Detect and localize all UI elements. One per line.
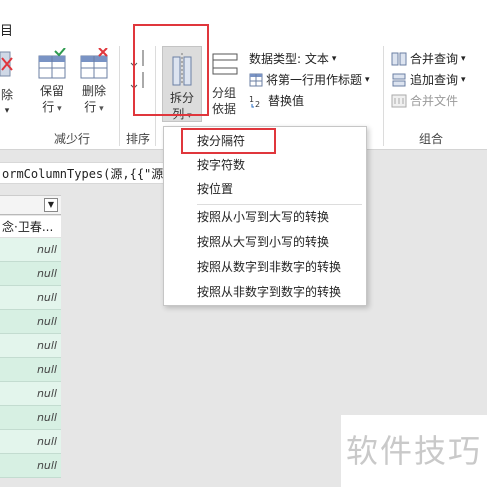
table-row[interactable]: null bbox=[0, 454, 61, 478]
remove-columns-icon bbox=[0, 51, 13, 77]
column-header[interactable]: ▼ bbox=[0, 195, 61, 215]
remove-rows-button[interactable]: 删除 行 bbox=[78, 47, 110, 117]
replace-values-button[interactable]: 12 替换值 bbox=[249, 92, 304, 109]
formula-bar[interactable]: ormColumnTypes(源,{{"源数 bbox=[0, 162, 170, 184]
keep-rows-button[interactable]: 保留 行 bbox=[36, 47, 68, 117]
merge-queries-icon bbox=[391, 52, 407, 65]
chevron-down-icon: ▼ bbox=[47, 200, 55, 209]
append-queries-button[interactable]: 追加查询 ▾ bbox=[391, 71, 466, 88]
menu-item-nondigit-to-digit[interactable]: 按照从非数字到数字的转换 bbox=[164, 281, 366, 303]
svg-text:1: 1 bbox=[249, 95, 254, 104]
combine-files-icon bbox=[391, 94, 407, 107]
table-row[interactable]: null bbox=[0, 406, 61, 430]
ribbon-separator bbox=[119, 46, 120, 146]
append-queries-icon bbox=[392, 73, 406, 86]
append-queries-label: 追加查询 bbox=[410, 73, 459, 87]
table-row[interactable]: null bbox=[0, 382, 61, 406]
remove-rows-icon bbox=[80, 47, 108, 79]
data-type-button[interactable]: 数据类型: 文本 ▾ bbox=[249, 50, 336, 67]
combine-files-button[interactable]: 合并文件 bbox=[391, 92, 458, 109]
group-label-reduce-rows: 减少行 bbox=[54, 132, 91, 146]
table-row[interactable]: null bbox=[0, 262, 61, 286]
by-delimiter-highlight bbox=[181, 128, 276, 154]
table-row[interactable]: null bbox=[0, 430, 61, 454]
group-by-label-1: 分组 bbox=[211, 86, 236, 100]
table-row[interactable]: null bbox=[0, 238, 61, 262]
group-label-combine: 组合 bbox=[419, 132, 444, 146]
menu-item-by-positions[interactable]: 按位置 bbox=[164, 178, 366, 200]
remove-columns-button[interactable]: 除 ▾ bbox=[0, 48, 14, 119]
first-data-cell[interactable]: 念·卫春... bbox=[0, 216, 61, 238]
watermark: 软件技巧 bbox=[341, 415, 487, 487]
menu-item-by-number-of-characters[interactable]: 按字符数 bbox=[164, 154, 366, 176]
ribbon-separator bbox=[383, 46, 384, 146]
menu-separator bbox=[197, 204, 362, 205]
null-rows: null null null null null null null null null null bbox=[0, 238, 61, 478]
table-icon bbox=[249, 73, 263, 86]
menu-item-lower-to-upper[interactable]: 按照从小写到大写的转换 bbox=[164, 206, 366, 228]
replace-values-icon: 12 bbox=[249, 95, 260, 108]
merge-queries-button[interactable]: 合并查询 ▾ bbox=[391, 50, 466, 67]
table-row[interactable]: null bbox=[0, 286, 61, 310]
use-first-row-as-headers-button[interactable]: 将第一行用作标题 ▾ bbox=[249, 71, 370, 88]
remove-rows-label-2: 行 bbox=[78, 99, 110, 117]
use-first-row-as-headers-label: 将第一行用作标题 bbox=[266, 73, 363, 87]
remove-columns-label: 除 bbox=[0, 88, 13, 102]
combine-files-label: 合并文件 bbox=[410, 94, 459, 108]
split-column-highlight bbox=[133, 24, 209, 116]
remove-rows-label-1: 删除 bbox=[81, 84, 106, 98]
table-row[interactable]: null bbox=[0, 334, 61, 358]
table-row[interactable]: null bbox=[0, 358, 61, 382]
column-filter-button[interactable]: ▼ bbox=[44, 198, 58, 212]
keep-rows-label-2: 行 bbox=[36, 99, 68, 117]
group-by-button[interactable]: 分组 依据 bbox=[208, 48, 240, 117]
merge-queries-label: 合并查询 bbox=[410, 52, 459, 66]
menu-item-upper-to-lower[interactable]: 按照从大写到小写的转换 bbox=[164, 231, 366, 253]
group-label-sort: 排序 bbox=[126, 132, 151, 146]
table-row[interactable]: null bbox=[0, 310, 61, 334]
keep-rows-label-1: 保留 bbox=[39, 84, 64, 98]
menu-item-digit-to-nondigit[interactable]: 按照从数字到非数字的转换 bbox=[164, 256, 366, 278]
ribbon-tab-fragment: 目 bbox=[0, 24, 14, 39]
group-by-icon bbox=[212, 53, 238, 75]
keep-rows-icon bbox=[38, 47, 66, 79]
data-type-label: 数据类型: 文本 bbox=[249, 52, 329, 66]
group-by-label-2: 依据 bbox=[211, 102, 236, 116]
svg-text:2: 2 bbox=[255, 100, 260, 108]
replace-values-label: 替换值 bbox=[268, 94, 305, 108]
